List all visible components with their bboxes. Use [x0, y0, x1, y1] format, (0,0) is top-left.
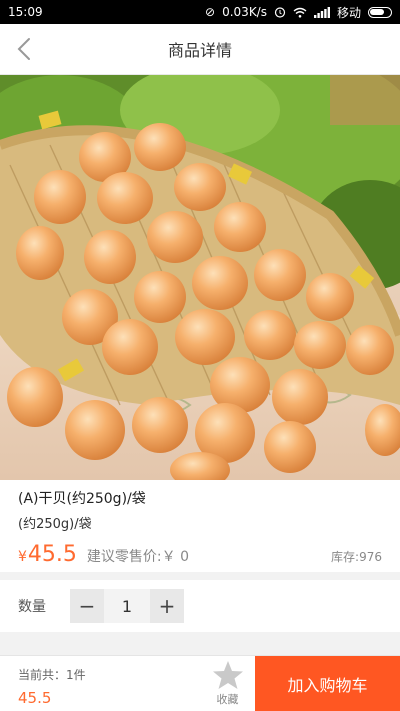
- increase-button[interactable]: +: [150, 589, 184, 623]
- cart-total: 当前共：1件 45.5: [0, 656, 200, 711]
- suggested-price: 建议零售价:￥ 0: [86, 549, 189, 565]
- favorite-label: 收藏: [216, 693, 239, 706]
- quantity-row: 数量 − 1 +: [0, 580, 400, 632]
- price-value: 45.5: [27, 542, 77, 567]
- total-amount: 45.5: [18, 689, 52, 707]
- quantity-input[interactable]: 1: [104, 589, 150, 623]
- wifi-icon: [293, 7, 307, 18]
- dried-scallops-photo: [0, 75, 400, 480]
- product-name: (A)干贝(约250g)/袋: [18, 491, 146, 507]
- product-image: [0, 75, 400, 480]
- quantity-stepper: − 1 +: [70, 589, 184, 623]
- star-icon: [212, 661, 243, 689]
- product-spec: (约250g)/袋: [18, 517, 92, 532]
- status-bar: 15:09 ⊘ 0.03K/s 移动: [0, 0, 400, 24]
- carrier-name: 移动: [336, 5, 361, 20]
- price-symbol: ¥: [18, 549, 27, 565]
- chevron-left-icon[interactable]: [12, 36, 38, 62]
- product-price: ¥45.5: [18, 542, 77, 567]
- network-speed: 0.03K/s: [222, 5, 267, 19]
- add-to-cart-button[interactable]: 加入购物车: [255, 656, 400, 711]
- quantity-label: 数量: [18, 599, 46, 615]
- total-label: 当前共：1件: [18, 668, 86, 682]
- favorite-button[interactable]: 收藏: [200, 656, 255, 711]
- clock-icon: ⊘: [205, 5, 216, 19]
- product-info: (A)干贝(约250g)/袋 (约250g)/袋 ¥45.5 建议零售价:￥ 0…: [0, 480, 400, 572]
- alarm-icon: [274, 7, 286, 18]
- status-time: 15:09: [8, 5, 43, 19]
- page-title: 商品详情: [167, 41, 232, 60]
- nav-bar: 商品详情: [0, 24, 400, 75]
- battery-icon: [368, 6, 392, 18]
- stock-count: 库存:976: [331, 550, 382, 564]
- signal-icon: [313, 6, 330, 18]
- decrease-button[interactable]: −: [70, 589, 104, 623]
- bottom-bar: 当前共：1件 45.5 收藏 加入购物车: [0, 655, 400, 711]
- price-row: ¥45.5 建议零售价:￥ 0 库存:976: [18, 542, 382, 567]
